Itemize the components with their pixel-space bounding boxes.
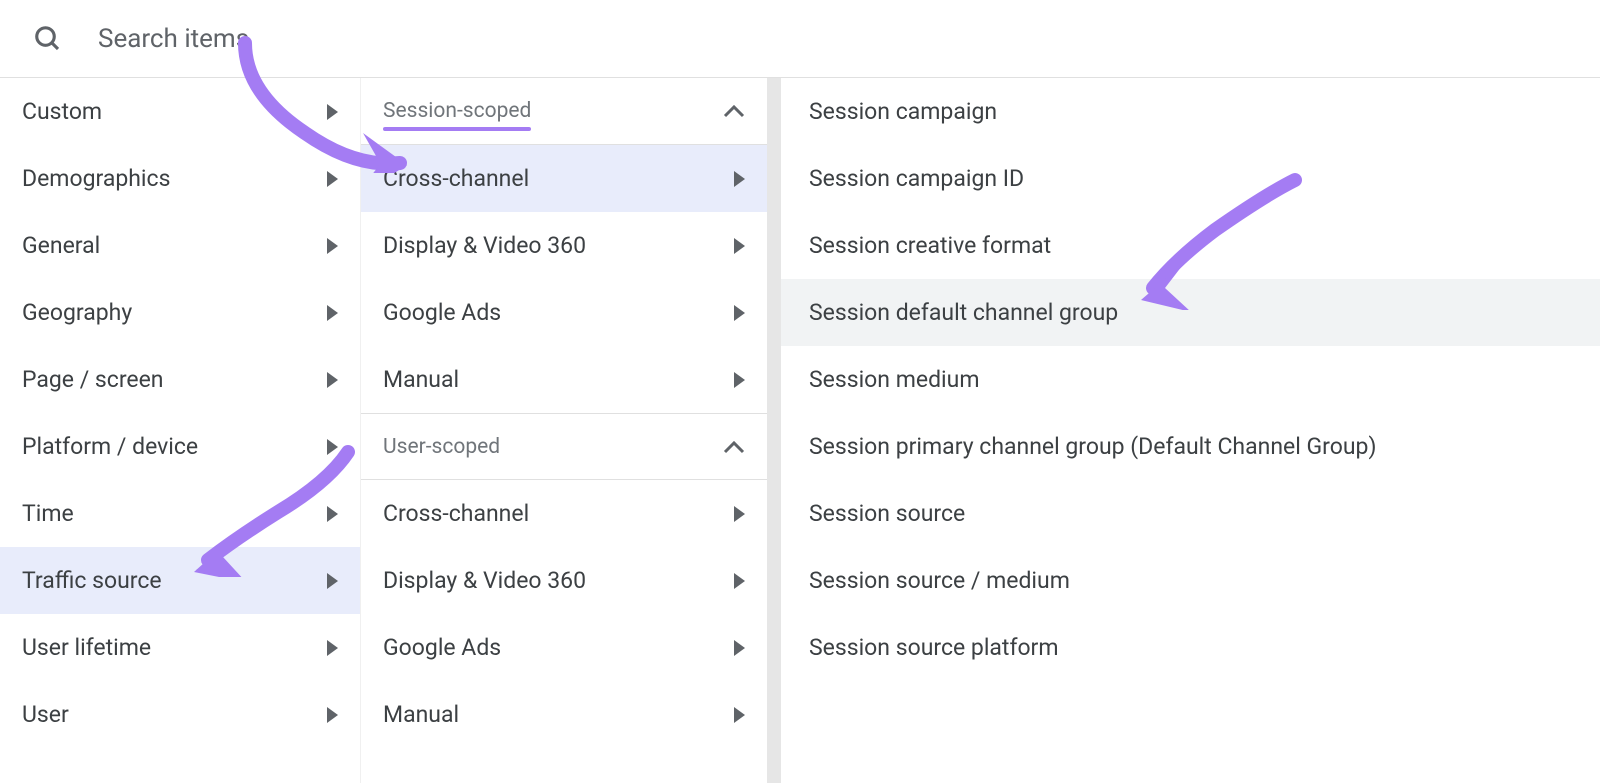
category-item-custom[interactable]: Custom: [0, 78, 360, 145]
menu-item-label: Manual: [383, 366, 459, 393]
dimension-item-session-creative-format[interactable]: Session creative format: [781, 212, 1600, 279]
search-bar: [0, 0, 1600, 78]
caret-right-icon: [734, 171, 745, 187]
category-column: Custom Demographics General Geography Pa…: [0, 78, 360, 783]
subcategory-item-display-video-360-user[interactable]: Display & Video 360: [361, 547, 767, 614]
caret-right-icon: [734, 707, 745, 723]
menu-item-label: Session primary channel group (Default C…: [809, 433, 1376, 460]
menu-item-label: User: [22, 701, 69, 728]
menu-item-label: Cross-channel: [383, 165, 529, 192]
dimension-item-session-campaign[interactable]: Session campaign: [781, 78, 1600, 145]
menu-item-label: Session campaign ID: [809, 165, 1024, 192]
menu-item-label: Session source / medium: [809, 567, 1070, 594]
caret-right-icon: [734, 305, 745, 321]
category-item-general[interactable]: General: [0, 212, 360, 279]
menu-item-label: Display & Video 360: [383, 567, 586, 594]
subcategory-item-cross-channel[interactable]: Cross-channel: [361, 145, 767, 212]
menu-item-label: Time: [22, 500, 74, 527]
caret-right-icon: [734, 238, 745, 254]
menu-item-label: Demographics: [22, 165, 170, 192]
subcategory-item-cross-channel-user[interactable]: Cross-channel: [361, 480, 767, 547]
subcategory-column: Session-scoped Cross-channel Display & V…: [360, 78, 767, 783]
menu-item-label: Session default channel group: [809, 299, 1118, 326]
menu-item-label: Manual: [383, 701, 459, 728]
menu-item-label: Cross-channel: [383, 500, 529, 527]
dimension-item-session-primary-channel-group[interactable]: Session primary channel group (Default C…: [781, 413, 1600, 480]
caret-right-icon: [327, 506, 338, 522]
caret-right-icon: [327, 573, 338, 589]
menu-item-label: Display & Video 360: [383, 232, 586, 259]
category-item-platform-device[interactable]: Platform / device: [0, 413, 360, 480]
menu-item-label: General: [22, 232, 100, 259]
menu-item-label: Custom: [22, 98, 102, 125]
caret-right-icon: [734, 506, 745, 522]
dimension-item-session-medium[interactable]: Session medium: [781, 346, 1600, 413]
search-input[interactable]: [98, 24, 498, 54]
menu-item-label: Google Ads: [383, 299, 501, 326]
subcategory-item-manual-user[interactable]: Manual: [361, 681, 767, 748]
category-item-user-lifetime[interactable]: User lifetime: [0, 614, 360, 681]
menu-item-label: Google Ads: [383, 634, 501, 661]
dimension-picker-columns: Custom Demographics General Geography Pa…: [0, 78, 1600, 783]
category-item-page-screen[interactable]: Page / screen: [0, 346, 360, 413]
menu-item-label: Geography: [22, 299, 132, 326]
section-header-label: User-scoped: [383, 435, 500, 459]
dimension-item-session-campaign-id[interactable]: Session campaign ID: [781, 145, 1600, 212]
category-item-time[interactable]: Time: [0, 480, 360, 547]
section-header-user-scoped[interactable]: User-scoped: [361, 413, 767, 480]
caret-right-icon: [327, 439, 338, 455]
menu-item-label: Session medium: [809, 366, 980, 393]
category-item-demographics[interactable]: Demographics: [0, 145, 360, 212]
subcategory-item-google-ads[interactable]: Google Ads: [361, 279, 767, 346]
menu-item-label: Platform / device: [22, 433, 198, 460]
menu-item-label: Traffic source: [22, 567, 162, 594]
menu-item-label: User lifetime: [22, 634, 151, 661]
chevron-up-icon: [723, 440, 745, 454]
section-header-label: Session-scoped: [383, 99, 531, 123]
dimension-item-session-source-platform[interactable]: Session source platform: [781, 614, 1600, 681]
chevron-up-icon: [723, 104, 745, 118]
menu-item-label: Page / screen: [22, 366, 164, 393]
caret-right-icon: [327, 238, 338, 254]
caret-right-icon: [327, 104, 338, 120]
caret-right-icon: [327, 305, 338, 321]
column-divider-scrollbar[interactable]: [767, 78, 781, 783]
search-icon[interactable]: [28, 19, 68, 59]
category-item-traffic-source[interactable]: Traffic source: [0, 547, 360, 614]
annotation-underline: [383, 127, 531, 131]
caret-right-icon: [327, 372, 338, 388]
caret-right-icon: [327, 640, 338, 656]
caret-right-icon: [734, 640, 745, 656]
category-item-geography[interactable]: Geography: [0, 279, 360, 346]
subcategory-item-manual[interactable]: Manual: [361, 346, 767, 413]
menu-item-label: Session campaign: [809, 98, 997, 125]
caret-right-icon: [327, 707, 338, 723]
menu-item-label: Session source: [809, 500, 965, 527]
caret-right-icon: [734, 573, 745, 589]
caret-right-icon: [327, 171, 338, 187]
dimension-item-session-source[interactable]: Session source: [781, 480, 1600, 547]
caret-right-icon: [734, 372, 745, 388]
category-item-user[interactable]: User: [0, 681, 360, 748]
subcategory-item-google-ads-user[interactable]: Google Ads: [361, 614, 767, 681]
section-header-session-scoped[interactable]: Session-scoped: [361, 78, 767, 145]
menu-item-label: Session creative format: [809, 232, 1051, 259]
subcategory-item-display-video-360[interactable]: Display & Video 360: [361, 212, 767, 279]
dimension-item-session-source-medium[interactable]: Session source / medium: [781, 547, 1600, 614]
dimension-column: Session campaign Session campaign ID Ses…: [781, 78, 1600, 783]
dimension-item-session-default-channel-group[interactable]: Session default channel group: [781, 279, 1600, 346]
menu-item-label: Session source platform: [809, 634, 1059, 661]
